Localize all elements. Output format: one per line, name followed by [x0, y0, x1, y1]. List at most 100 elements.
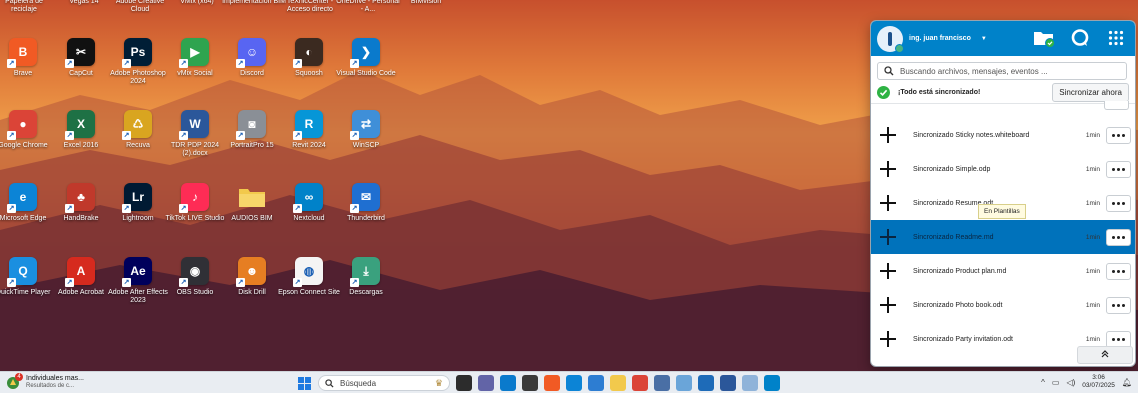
desktop-shortcut-label: Adobe Photoshop 2024 — [110, 70, 166, 85]
apps-grid-icon[interactable] — [1105, 27, 1127, 49]
desktop-top-label[interactable]: OneDrive - Personal - A... — [336, 0, 400, 14]
taskbar-chrome-icon[interactable] — [632, 375, 648, 391]
taskbar-calculator-icon[interactable] — [698, 375, 714, 391]
more-options-button-partial[interactable] — [1104, 101, 1129, 110]
desktop-shortcut[interactable]: Ae ↗ Adobe After Effects 2023 — [107, 257, 169, 327]
taskbar-photos-icon[interactable] — [676, 375, 692, 391]
local-folder-icon[interactable] — [1033, 27, 1055, 49]
taskbar-brave-icon[interactable] — [544, 375, 560, 391]
desktop-shortcut[interactable]: W ↗ TDR PDP 2024 (2).docx — [164, 110, 226, 180]
desktop-shortcut[interactable]: e ↗ Microsoft Edge — [0, 183, 54, 253]
search-placeholder: Buscando archivos, mensajes, eventos ... — [900, 66, 1048, 76]
desktop-shortcut[interactable]: ♪ ↗ TikTok LIVE Studio — [164, 183, 226, 253]
activity-item[interactable]: Sincronizado Resume.odt 1min En Plantillas — [871, 186, 1135, 220]
desktop-shortcut[interactable]: ◍ ↗ Epson Connect Site — [278, 257, 340, 327]
more-options-button[interactable] — [1106, 228, 1131, 246]
double-chevron-up-icon — [1101, 349, 1109, 361]
desktop-shortcut[interactable]: X ↗ Excel 2016 — [50, 110, 112, 180]
desktop-top-label[interactable]: TeXnicCenter - Acceso directo — [278, 0, 342, 14]
activity-item[interactable]: Sincronizado Photo book.odt 1min — [871, 288, 1135, 322]
desktop-shortcut[interactable]: ❯ ↗ Visual Studio Code — [335, 38, 397, 108]
desktop-top-label[interactable]: BIMvision — [394, 0, 458, 6]
taskbar-notification-widget[interactable]: 4 Individuales mas... Resultados de c... — [6, 372, 166, 390]
desktop-shortcut[interactable]: Ps ↗ Adobe Photoshop 2024 — [107, 38, 169, 108]
desktop-top-label[interactable]: Adobe Creative Cloud — [108, 0, 172, 14]
notifications-bell-icon[interactable]: 🔔︎ — [1122, 378, 1132, 387]
desktop-shortcut[interactable]: ☺ ↗ Discord — [221, 38, 283, 108]
taskbar-edge-icon[interactable] — [566, 375, 582, 391]
desktop-shortcut[interactable]: B ↗ Brave — [0, 38, 54, 108]
system-tray: ^ ▭ ◁) 3:06 03/07/2025 🔔︎ — [1041, 374, 1132, 390]
desktop-shortcut[interactable]: ∞ ↗ Nextcloud — [278, 183, 340, 253]
taskbar-vscode-icon[interactable] — [500, 375, 516, 391]
desktop-shortcut[interactable]: ◐ ↗ Squoosh — [278, 38, 340, 108]
desktop-top-label[interactable]: VMix (x64) — [165, 0, 229, 6]
vmix-social-icon: ▶ ↗ — [179, 38, 209, 68]
more-options-button[interactable] — [1106, 330, 1131, 348]
activity-item[interactable]: Sincronizado Simple.odp 1min — [871, 152, 1135, 186]
taskbar-network-app-icon[interactable] — [654, 375, 670, 391]
taskbar-file-explorer-icon[interactable] — [610, 375, 626, 391]
more-options-button[interactable] — [1106, 262, 1131, 280]
desktop-shortcut[interactable]: ♺ ↗ Recuva — [107, 110, 169, 180]
taskbar-word-icon[interactable] — [720, 375, 736, 391]
clock[interactable]: 3:06 03/07/2025 — [1082, 374, 1115, 390]
search-input[interactable]: Buscando archivos, mensajes, eventos ... — [877, 62, 1127, 80]
account-dropdown-icon[interactable]: ▼ — [981, 36, 987, 42]
desktop-top-label[interactable]: Vegas 14 — [52, 0, 116, 6]
more-options-button[interactable] — [1106, 194, 1131, 212]
taskbar-paint-icon[interactable] — [742, 375, 758, 391]
desktop-shortcut[interactable]: ◙ ↗ PortraitPro 15 — [221, 110, 283, 180]
volume-icon[interactable]: ◁) — [1066, 378, 1075, 387]
plus-icon — [879, 126, 897, 144]
start-button[interactable] — [296, 375, 312, 391]
tooltip: En Plantillas — [978, 204, 1026, 219]
shortcut-arrow-icon: ↗ — [65, 204, 74, 213]
desktop-shortcut[interactable]: ● ↗ Google Chrome — [0, 110, 54, 180]
desktop-shortcut[interactable]: ☻ ↗ Disk Drill — [221, 257, 283, 327]
activity-item[interactable]: Sincronizado Sticky notes.whiteboard 1min — [871, 118, 1135, 152]
taskbar-nextcloud-icon[interactable] — [764, 375, 780, 391]
desktop-shortcut[interactable]: ◉ ↗ OBS Studio — [164, 257, 226, 327]
avatar-mark — [888, 31, 892, 46]
sync-now-button[interactable]: Sincronizar ahora — [1052, 83, 1129, 102]
user-avatar[interactable] — [877, 25, 904, 53]
activity-time: 1min — [1085, 131, 1100, 139]
desktop-top-label[interactable]: Implementación BIM — [222, 0, 286, 6]
vscode-icon: ❯ ↗ — [350, 38, 380, 68]
taskbar-search-box[interactable]: Búsqueda ♛ — [318, 375, 450, 391]
desktop-shortcut[interactable]: ♣ ↗ HandBrake — [50, 183, 112, 253]
activity-time: 1min — [1085, 165, 1100, 173]
show-hidden-icons-icon[interactable]: ^ — [1041, 378, 1045, 387]
talk-icon[interactable] — [1069, 27, 1091, 49]
network-icon[interactable]: ▭ — [1052, 378, 1060, 387]
more-options-button[interactable] — [1106, 296, 1131, 314]
desktop-shortcut[interactable]: ✉ ↗ Thunderbird — [335, 183, 397, 253]
desktop-shortcut[interactable]: Q ↗ QuickTime Player — [0, 257, 54, 327]
desktop-shortcut[interactable]: ⇄ ↗ WinSCP — [335, 110, 397, 180]
user-name[interactable]: ing. juan francisco — [909, 35, 971, 42]
shortcut-arrow-icon: ↗ — [7, 59, 16, 68]
taskbar-search-label: Búsqueda — [340, 378, 377, 388]
desktop-shortcut-label: AUDIOS BIM — [231, 215, 273, 222]
taskbar-store-icon[interactable] — [588, 375, 604, 391]
desktop-shortcut[interactable]: R ↗ Revit 2024 — [278, 110, 340, 180]
more-options-button[interactable] — [1106, 126, 1131, 144]
desktop-shortcut[interactable]: A ↗ Adobe Acrobat — [50, 257, 112, 327]
shortcut-arrow-icon: ↗ — [236, 278, 245, 287]
taskbar-teams-icon[interactable] — [478, 375, 494, 391]
taskbar-task-view-icon[interactable] — [456, 375, 472, 391]
desktop-shortcut[interactable]: Lr ↗ Lightroom — [107, 183, 169, 253]
desktop-shortcut[interactable]: AUDIOS BIM — [221, 183, 283, 253]
desktop-shortcut[interactable]: ▶ ↗ vMix Social — [164, 38, 226, 108]
activity-item[interactable]: Sincronizado Readme.md 1min — [871, 220, 1135, 254]
desktop-shortcut[interactable]: ✂ ↗ CapCut — [50, 38, 112, 108]
shortcut-arrow-icon: ↗ — [122, 131, 131, 140]
more-options-button[interactable] — [1106, 160, 1131, 178]
winscp-icon: ⇄ ↗ — [350, 110, 380, 140]
scroll-to-top-button[interactable] — [1077, 346, 1133, 364]
activity-item[interactable]: Sincronizado Product plan.md 1min — [871, 254, 1135, 288]
desktop-top-label[interactable]: Papelera de reciclaje — [0, 0, 56, 14]
desktop-shortcut[interactable]: ⤓ ↗ Descargas — [335, 257, 397, 327]
taskbar-tool-icon[interactable] — [522, 375, 538, 391]
